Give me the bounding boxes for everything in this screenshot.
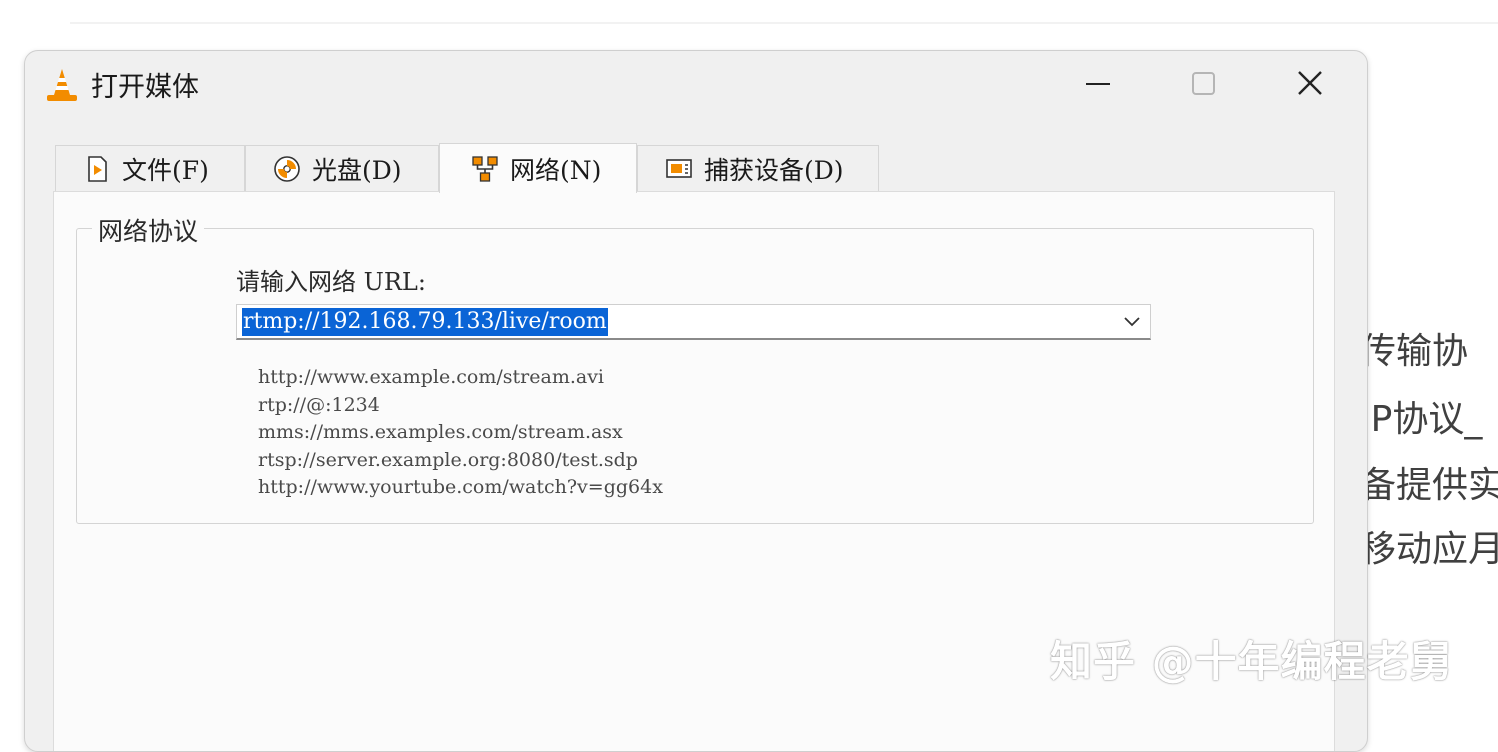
page-divider (70, 22, 1498, 24)
url-input-value[interactable]: rtmp://192.168.79.133/live/room (242, 308, 608, 336)
tab-file-label: 文件(F) (122, 155, 209, 185)
close-button[interactable] (1281, 61, 1339, 107)
tab-network[interactable]: 网络(N) (439, 143, 637, 193)
background-text-line: 移动应月 (1360, 529, 1498, 570)
tab-disc[interactable]: 光盘(D) (245, 145, 439, 191)
capture-device-icon (666, 158, 692, 178)
background-text-line: 传输协 (1360, 331, 1469, 372)
example-url: http://www.example.com/stream.avi (258, 366, 605, 388)
vlc-cone-icon (47, 69, 77, 101)
tab-capture-device[interactable]: 捕获设备(D) (637, 145, 879, 191)
example-url: rtsp://server.example.org:8080/test.sdp (258, 448, 638, 471)
example-url: http://www.yourtube.com/watch?v=gg64x (258, 476, 663, 498)
background-text-line: 备提供实 (1360, 465, 1498, 506)
minimize-button[interactable] (1069, 61, 1127, 107)
network-icon (472, 155, 498, 182)
file-play-icon (88, 155, 107, 182)
background-text-line: IP协议_ (1360, 399, 1483, 440)
example-url: mms://mms.examples.com/stream.asx (258, 421, 623, 443)
disc-icon (274, 155, 300, 182)
url-prompt-label: 请输入网络 URL: (236, 268, 426, 296)
tab-disc-label: 光盘(D) (312, 155, 402, 185)
chevron-down-icon[interactable] (1122, 313, 1142, 331)
url-combobox[interactable]: rtmp://192.168.79.133/live/room (236, 304, 1151, 340)
minimize-icon (1086, 83, 1110, 85)
title-bar[interactable]: 打开媒体 (25, 51, 1367, 119)
group-title: 网络协议 (92, 212, 205, 248)
close-icon (1298, 71, 1322, 95)
watermark: 知乎 @十年编程老舅 (1050, 637, 1453, 686)
dialog-title: 打开媒体 (91, 72, 199, 103)
tab-network-label: 网络(N) (510, 155, 602, 185)
url-examples: http://www.example.com/stream.avi rtp://… (258, 364, 663, 502)
tab-capture-label: 捕获设备(D) (704, 155, 844, 185)
example-url: rtp://@:1234 (258, 393, 380, 416)
maximize-icon (1192, 72, 1215, 95)
maximize-button[interactable] (1175, 61, 1233, 107)
tab-file[interactable]: 文件(F) (55, 145, 245, 191)
